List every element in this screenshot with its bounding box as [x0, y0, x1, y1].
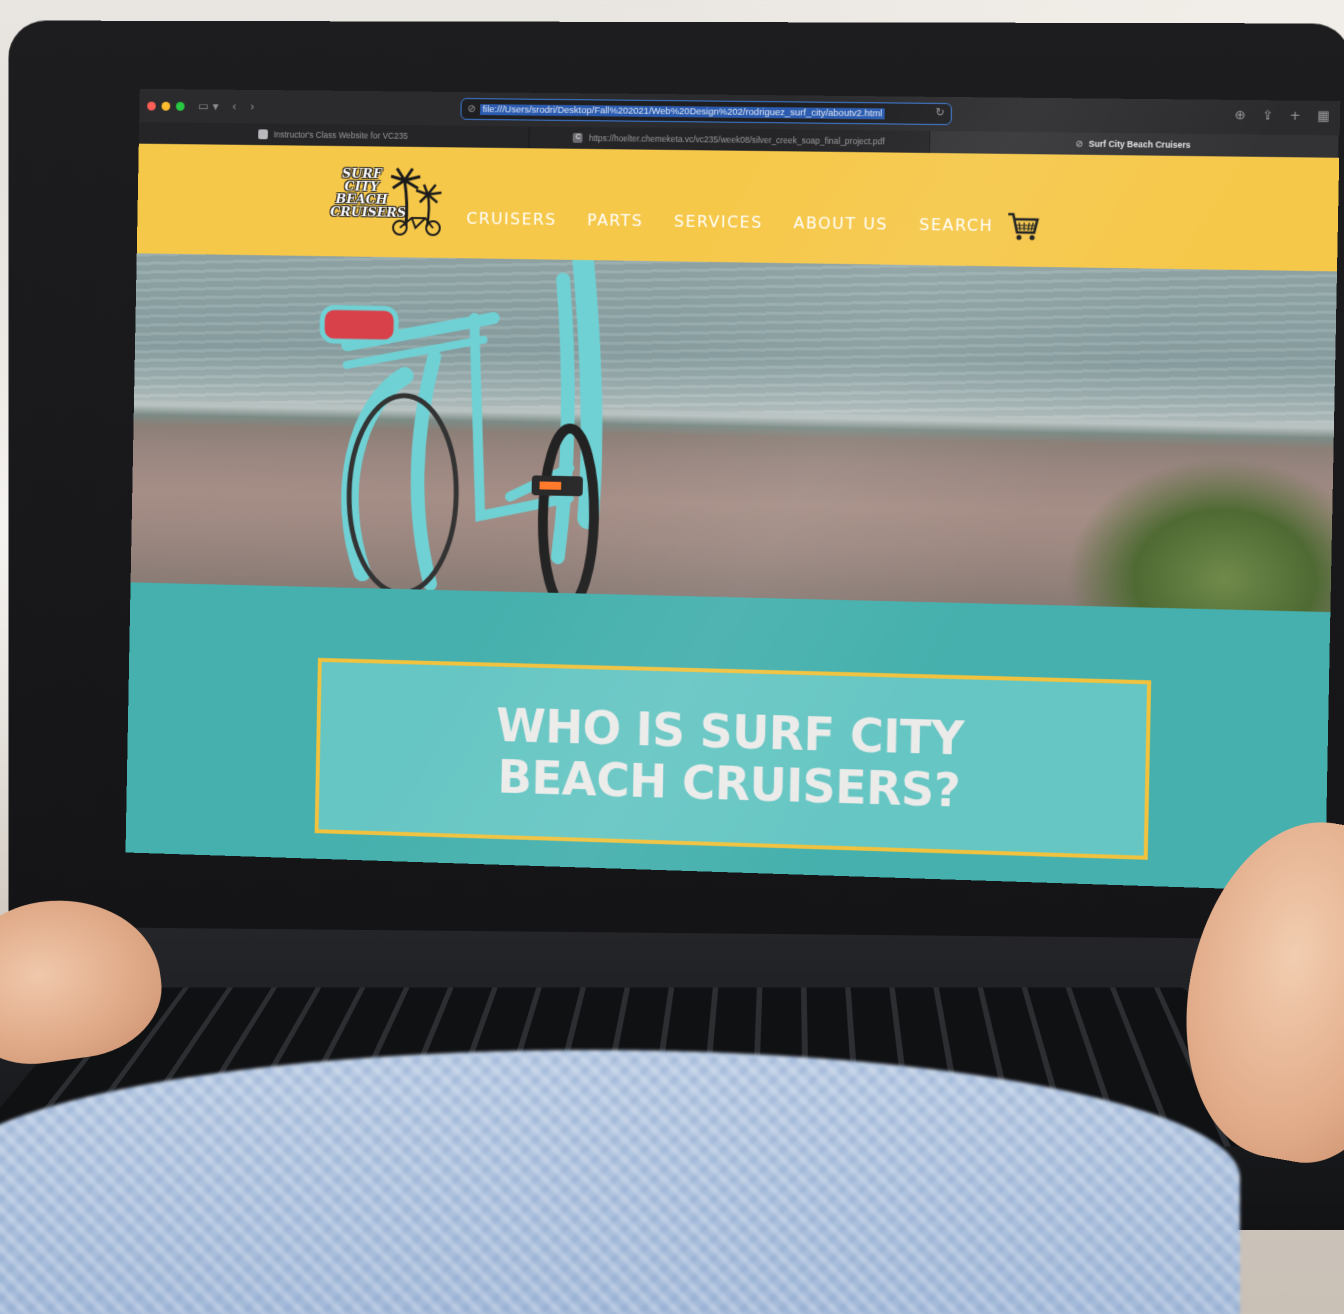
sidebar-toggle-icon[interactable]: ▭ ▾	[198, 99, 219, 113]
hero-image	[130, 253, 1337, 613]
site-header: SURF CITY BEACH CRUISERS CRUISERS PARTS …	[136, 143, 1340, 272]
forward-icon[interactable]: ›	[250, 100, 255, 114]
minimize-window-button[interactable]	[161, 101, 171, 111]
tab-overview-icon[interactable]: ▦	[1317, 109, 1330, 124]
laptop-screen: ▭ ▾ ‹ › ⊘ file:///Users/srodri/Desktop/F…	[125, 88, 1341, 892]
site-favicon-icon	[258, 129, 268, 140]
back-icon[interactable]: ‹	[232, 100, 237, 114]
compass-icon: ⊘	[467, 103, 476, 115]
address-bar[interactable]: ⊘ file:///Users/srodri/Desktop/Fall%2020…	[460, 97, 953, 126]
logo-line: CRUISERS	[330, 205, 407, 221]
compass-icon: ⊘	[1075, 138, 1083, 149]
beach-grass	[1065, 454, 1334, 613]
tab-label: Instructor's Class Website for VC235	[273, 129, 408, 141]
nav-about-us[interactable]: ABOUT US	[793, 213, 888, 233]
close-window-button[interactable]	[147, 101, 156, 111]
page-title: WHO IS SURF CITY BEACH CRUISERS?	[495, 698, 965, 818]
reload-icon[interactable]: ↻	[935, 106, 945, 119]
new-tab-icon[interactable]: +	[1289, 109, 1300, 124]
nav-parts[interactable]: PARTS	[587, 210, 643, 230]
c-favicon-icon: C	[573, 132, 584, 143]
nav-search[interactable]: SEARCH	[919, 215, 993, 235]
share-icon[interactable]: ⇪	[1262, 108, 1273, 123]
tab-label: https://hoelter.chemeketa.vc/vc235/week0…	[588, 133, 885, 147]
window-controls	[147, 101, 185, 111]
nav-cruisers[interactable]: CRUISERS	[466, 209, 557, 229]
address-url[interactable]: file:///Users/srodri/Desktop/Fall%202021…	[480, 103, 885, 119]
logo-text: SURF CITY BEACH CRUISERS	[330, 167, 407, 221]
palm-trees-bicycle-icon	[386, 166, 448, 238]
shopping-cart-icon[interactable]	[1006, 210, 1041, 243]
shirt-sleeve	[0, 1050, 1240, 1314]
about-intro-section: WHO IS SURF CITY BEACH CRUISERS?	[125, 582, 1331, 892]
main-nav: CRUISERS PARTS SERVICES ABOUT US SEARCH	[466, 209, 993, 235]
site-logo[interactable]: SURF CITY BEACH CRUISERS	[330, 162, 448, 244]
beach-cruiser-bike-image	[275, 256, 692, 597]
tab-label: Surf City Beach Cruisers	[1088, 138, 1191, 150]
website: SURF CITY BEACH CRUISERS CRUISERS PARTS …	[125, 143, 1340, 892]
toolbar-actions: ⊕ ⇪ + ▦	[1234, 108, 1330, 124]
zoom-window-button[interactable]	[175, 101, 185, 111]
downloads-icon[interactable]: ⊕	[1234, 108, 1245, 123]
nav-services[interactable]: SERVICES	[674, 212, 763, 232]
title-box: WHO IS SURF CITY BEACH CRUISERS?	[314, 657, 1152, 860]
